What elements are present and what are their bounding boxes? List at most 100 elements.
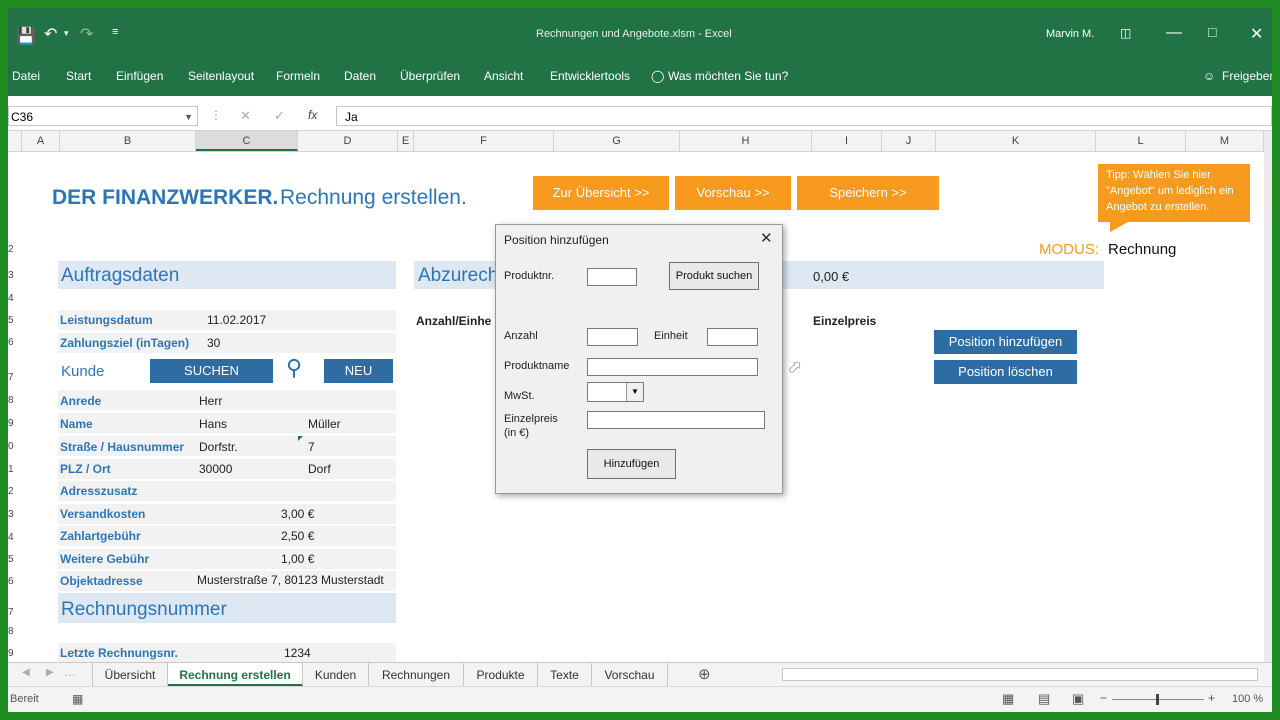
column-header[interactable]: B <box>60 131 196 151</box>
column-header[interactable]: L <box>1096 131 1186 151</box>
confirm-entry-icon[interactable]: ✓ <box>274 108 285 124</box>
column-header[interactable]: D <box>298 131 398 151</box>
status-text: Bereit <box>10 693 39 705</box>
scroll-tabs-right-icon[interactable]: ▶ <box>46 667 54 678</box>
tab-ansicht[interactable]: Ansicht <box>484 69 523 83</box>
objektadresse-label: Objektadresse <box>60 574 143 588</box>
zahlungsziel-value[interactable]: 30 <box>207 336 220 350</box>
chevron-down-icon[interactable]: ▼ <box>626 383 643 401</box>
share-button[interactable]: Freigeben <box>1222 69 1272 83</box>
versandkosten-value[interactable]: 3,00 € <box>281 507 314 521</box>
sheet-tab-uebersicht[interactable]: Übersicht <box>92 663 168 687</box>
letzte-rechnungsnr-value[interactable]: 1234 <box>284 646 311 660</box>
page-layout-view-icon[interactable]: ▤ <box>1038 691 1050 707</box>
sheet-tabs: ◀ ▶ … Übersicht Rechnung erstellen Kunde… <box>8 662 1272 687</box>
weitere-gebuehr-value[interactable]: 1,00 € <box>281 552 314 566</box>
new-customer-button[interactable]: NEU <box>324 359 393 383</box>
vorname-value[interactable]: Hans <box>199 417 227 431</box>
undo-icon[interactable]: ↶ <box>44 24 57 44</box>
tab-entwicklertools[interactable]: Entwicklertools <box>550 69 630 83</box>
macro-record-icon[interactable]: ▦ <box>72 692 83 706</box>
tab-datei[interactable]: Datei <box>12 69 40 83</box>
save-button[interactable]: Speichern >> <box>797 176 939 210</box>
undo-dropdown-icon[interactable]: ▾ <box>64 28 69 39</box>
column-header[interactable]: H <box>680 131 812 151</box>
tabs-more-icon[interactable]: … <box>64 665 76 679</box>
column-header[interactable]: J <box>882 131 936 151</box>
zoom-in-icon[interactable]: + <box>1208 691 1215 705</box>
nachname-value[interactable]: Müller <box>308 417 341 431</box>
scroll-tabs-left-icon[interactable]: ◀ <box>22 667 30 678</box>
column-header[interactable]: F <box>414 131 554 151</box>
delete-position-button[interactable]: Position löschen <box>934 360 1077 384</box>
tab-seitenlayout[interactable]: Seitenlayout <box>188 69 254 83</box>
select-all-corner[interactable] <box>8 131 22 151</box>
leistungsdatum-value[interactable]: 11.02.2017 <box>207 313 266 327</box>
normal-view-icon[interactable]: ▦ <box>1002 691 1014 707</box>
name-box-dropdown-icon[interactable]: ▼ <box>184 107 193 127</box>
page-break-view-icon[interactable]: ▣ <box>1072 691 1084 707</box>
produktnr-input[interactable] <box>587 268 637 286</box>
preview-button[interactable]: Vorschau >> <box>675 176 791 210</box>
add-position-button[interactable]: Position hinzufügen <box>934 330 1077 354</box>
vertical-scrollbar[interactable] <box>1264 131 1272 662</box>
column-headers: A B C D E F G H I J K L M <box>8 131 1264 152</box>
overview-button[interactable]: Zur Übersicht >> <box>533 176 669 210</box>
dialog-close-icon[interactable]: ✕ <box>760 229 773 247</box>
sheet-tab-texte[interactable]: Texte <box>538 663 592 687</box>
plz-value[interactable]: 30000 <box>199 462 232 476</box>
save-icon[interactable]: 💾 <box>16 26 36 46</box>
product-search-button[interactable]: Produkt suchen <box>669 262 759 290</box>
einzelpreis-input[interactable] <box>587 411 765 429</box>
modus-value[interactable]: Rechnung <box>1108 241 1176 258</box>
tab-daten[interactable]: Daten <box>344 69 376 83</box>
produktname-input[interactable] <box>587 358 758 376</box>
column-header[interactable]: I <box>812 131 882 151</box>
sheet-tab-produkte[interactable]: Produkte <box>464 663 538 687</box>
column-header[interactable]: M <box>1186 131 1264 151</box>
minimize-icon[interactable]: — <box>1166 24 1182 42</box>
sheet-tab-vorschau[interactable]: Vorschau <box>592 663 668 687</box>
column-header[interactable]: C <box>196 131 298 151</box>
tab-einfuegen[interactable]: Einfügen <box>116 69 163 83</box>
search-customer-button[interactable]: SUCHEN <box>150 359 273 383</box>
customize-toolbar-icon[interactable]: ≡ <box>112 26 118 38</box>
maximize-icon[interactable]: □ <box>1208 24 1216 40</box>
zoom-level[interactable]: 100 % <box>1232 693 1263 705</box>
sheet-tab-rechnung-erstellen[interactable]: Rechnung erstellen <box>168 663 303 687</box>
mwst-select[interactable]: ▼ <box>587 382 644 402</box>
abzurechnen-title: Abzurech <box>418 265 499 286</box>
hausnummer-value[interactable]: 7 <box>308 440 315 454</box>
einheit-input[interactable] <box>707 328 758 346</box>
tab-start[interactable]: Start <box>66 69 91 83</box>
tab-ueberpruefen[interactable]: Überprüfen <box>400 69 460 83</box>
zoom-slider-thumb[interactable] <box>1156 694 1159 705</box>
insert-function-icon[interactable]: fx <box>308 108 317 122</box>
name-box[interactable]: C36 ▼ <box>8 106 198 126</box>
add-button[interactable]: Hinzufügen <box>587 449 676 479</box>
tell-me-search[interactable]: Was möchten Sie tun? <box>668 69 788 83</box>
strasse-value[interactable]: Dorfstr. <box>199 440 238 454</box>
add-sheet-icon[interactable]: ⊕ <box>698 665 711 683</box>
leistungsdatum-label: Leistungsdatum <box>60 313 153 327</box>
tab-formeln[interactable]: Formeln <box>276 69 320 83</box>
anzahl-input[interactable] <box>587 328 638 346</box>
sheet-tab-rechnungen[interactable]: Rechnungen <box>369 663 464 687</box>
sheet-tab-kunden[interactable]: Kunden <box>303 663 369 687</box>
zoom-out-icon[interactable]: − <box>1100 691 1107 705</box>
cancel-entry-icon[interactable]: ✕ <box>240 108 251 124</box>
horizontal-scrollbar[interactable] <box>782 668 1258 681</box>
objektadresse-value[interactable]: Musterstraße 7, 80123 Musterstadt <box>197 573 384 587</box>
search-icon[interactable]: ⚲ <box>286 355 302 381</box>
zahlartgebuehr-value[interactable]: 2,50 € <box>281 529 314 543</box>
anrede-value[interactable]: Herr <box>199 394 222 408</box>
column-header[interactable]: E <box>398 131 414 151</box>
column-header[interactable]: K <box>936 131 1096 151</box>
close-icon[interactable]: ✕ <box>1250 24 1263 44</box>
formula-input[interactable]: Ja <box>336 106 1272 126</box>
ort-value[interactable]: Dorf <box>308 462 331 476</box>
ribbon-display-icon[interactable]: ◫ <box>1120 26 1131 40</box>
column-header[interactable]: G <box>554 131 680 151</box>
redo-icon[interactable]: ↷ <box>80 24 93 44</box>
column-header[interactable]: A <box>22 131 60 151</box>
